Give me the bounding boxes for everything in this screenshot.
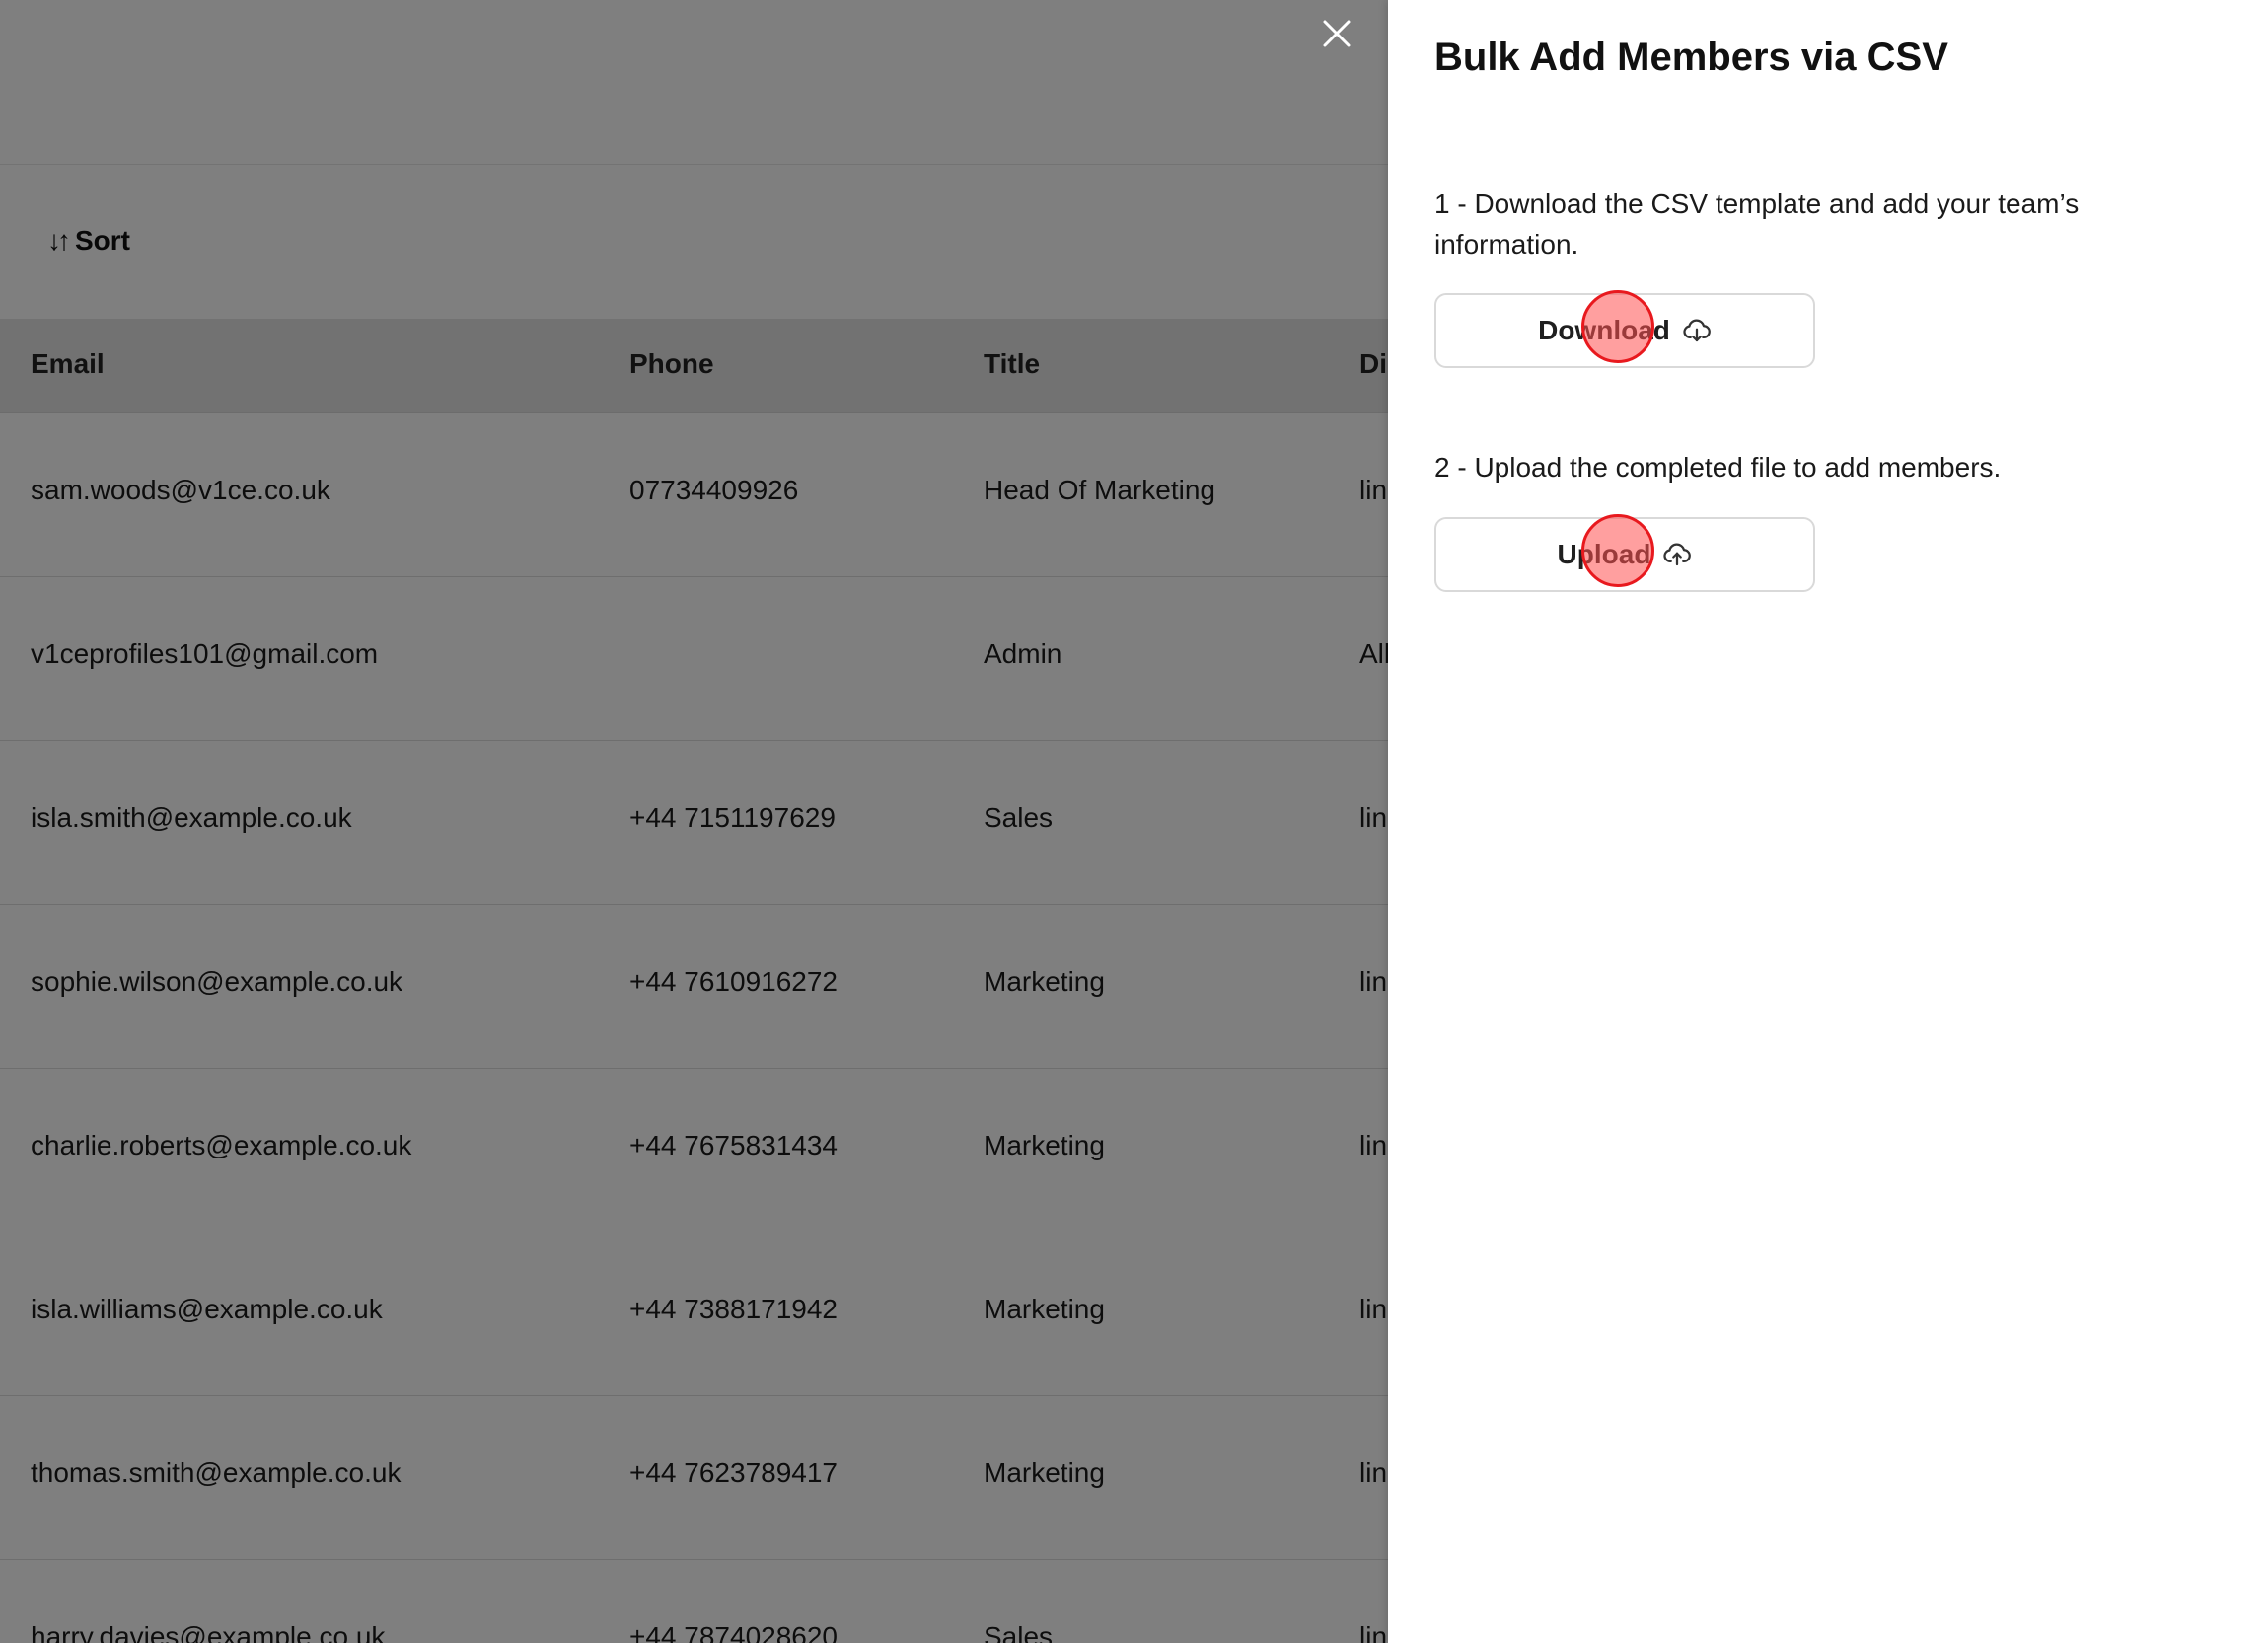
cloud-upload-icon	[1663, 543, 1692, 566]
download-label: Download	[1538, 315, 1670, 345]
cloud-download-icon	[1683, 319, 1711, 342]
close-button[interactable]	[1317, 14, 1356, 53]
download-button[interactable]: Download	[1434, 293, 1815, 368]
step-1-instructions: 1 - Download the CSV template and add yo…	[1434, 188, 2080, 260]
step-2-instructions: 2 - Upload the completed file to add mem…	[1434, 452, 2002, 483]
modal-backdrop[interactable]	[0, 0, 1388, 1643]
panel-title: Bulk Add Members via CSV	[1434, 36, 1948, 79]
upload-label: Upload	[1557, 539, 1651, 569]
bulk-add-panel: Bulk Add Members via CSV 1 - Download th…	[1388, 0, 2268, 1643]
upload-button[interactable]: Upload	[1434, 517, 1815, 592]
close-icon	[1323, 20, 1351, 47]
